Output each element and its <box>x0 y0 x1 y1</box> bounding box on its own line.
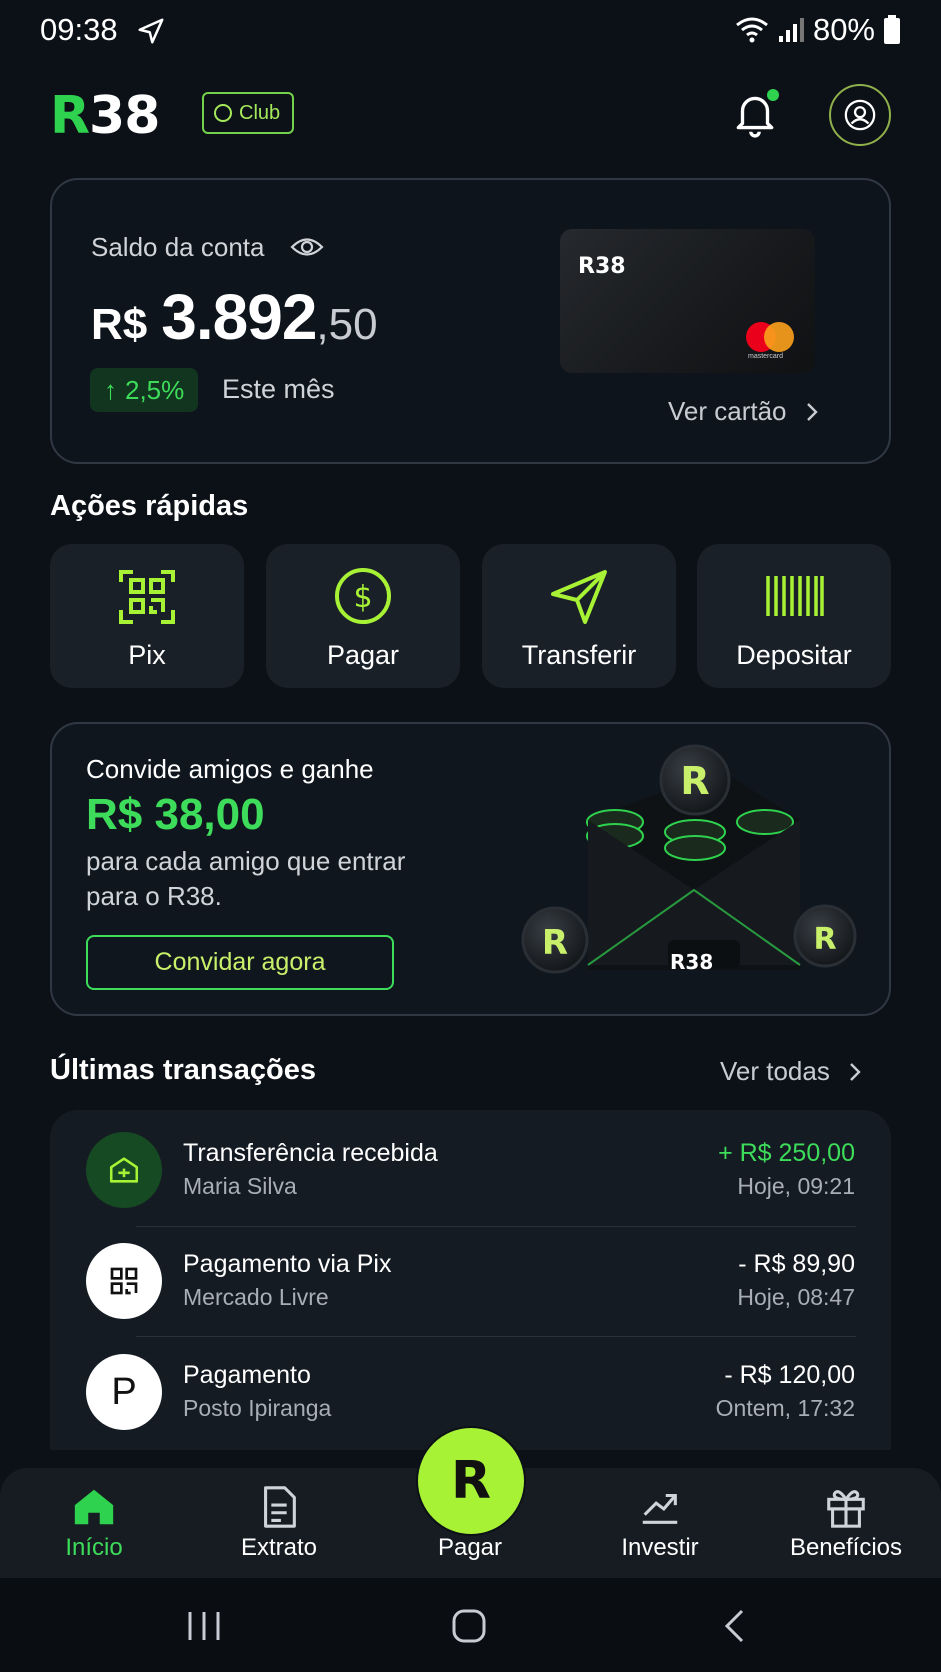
mastercard-logo-orange <box>764 322 794 352</box>
chevron-right-icon <box>806 402 818 421</box>
nav-label: Início <box>65 1534 123 1561</box>
transaction-row[interactable]: Pagamento via Pix Mercado Livre - R$ 89,… <box>50 1225 891 1335</box>
qr-code-icon <box>86 1243 162 1319</box>
nav-pagar[interactable]: Pagar <box>400 1484 540 1564</box>
nav-label: Benefícios <box>789 1534 903 1561</box>
quick-action-transferir[interactable]: Transferir <box>482 544 676 688</box>
club-badge[interactable]: Club <box>202 92 295 134</box>
envelope-logo: R38 <box>670 950 714 974</box>
barcode-icon <box>766 576 824 616</box>
user-icon <box>844 99 876 131</box>
envelope-coins-illustration: R R R <box>521 744 857 974</box>
nav-investir[interactable]: Investir <box>590 1484 730 1564</box>
change-period: Este mês <box>222 374 335 404</box>
view-card-link[interactable]: Ver cartão <box>668 396 819 427</box>
profile-button[interactable] <box>829 84 891 146</box>
invite-now-button[interactable]: Convidar agora <box>86 935 394 990</box>
transaction-amount: - R$ 89,90 <box>738 1250 855 1278</box>
navigation-arrow-icon <box>138 18 164 44</box>
change-value: 2,5% <box>125 374 185 405</box>
view-all-label: Ver todas <box>720 1056 830 1086</box>
transaction-time: Ontem, 17:32 <box>715 1395 855 1421</box>
status-time: 09:38 <box>40 12 118 47</box>
transaction-name: Pagamento via Pix <box>183 1250 392 1278</box>
transaction-icon-letter: P <box>111 1370 137 1413</box>
parking-letter-icon: P <box>86 1354 162 1430</box>
quick-action-label: Pix <box>128 640 166 670</box>
notification-dot <box>767 89 779 101</box>
change-badge: ↑ 2,5% <box>90 368 199 412</box>
svg-text:$: $ <box>353 580 372 615</box>
back-icon[interactable] <box>722 1608 746 1644</box>
quick-actions-title: Ações rápidas <box>50 490 249 522</box>
balance-currency: R$ <box>91 300 148 349</box>
transaction-name: Transferência recebida <box>183 1139 438 1167</box>
transaction-time: Hoje, 09:21 <box>737 1173 855 1199</box>
view-all-link[interactable]: Ver todas <box>720 1056 862 1087</box>
arrow-up-icon: ↑ <box>104 374 117 405</box>
recent-apps-icon[interactable] <box>186 1610 222 1642</box>
quick-action-depositar[interactable]: Depositar <box>697 544 891 688</box>
svg-text:R: R <box>542 923 568 963</box>
mastercard-text: mastercard <box>748 353 784 360</box>
dollar-circle-icon: $ <box>335 568 391 624</box>
app-logo: R38 <box>50 86 160 146</box>
home-icon <box>74 1489 114 1525</box>
club-icon <box>214 104 232 122</box>
svg-text:R: R <box>680 759 709 803</box>
transfer-received-icon <box>86 1132 162 1208</box>
send-icon <box>551 570 607 624</box>
card-logo: R38 <box>578 254 626 279</box>
transaction-party: Maria Silva <box>183 1173 297 1199</box>
wifi-icon <box>736 17 768 43</box>
transactions-title: Últimas transações <box>50 1054 316 1086</box>
nav-label: Pagar <box>437 1534 503 1561</box>
referral-amount: R$ 38,00 <box>86 790 265 839</box>
transaction-amount: - R$ 120,00 <box>724 1361 855 1389</box>
quick-action-pix[interactable]: Pix <box>50 544 244 688</box>
transaction-time: Hoje, 08:47 <box>737 1284 855 1310</box>
signal-icon <box>778 18 804 42</box>
svg-text:R: R <box>813 922 836 957</box>
chevron-right-icon <box>850 1062 861 1081</box>
quick-action-pagar[interactable]: $ Pagar <box>266 544 460 688</box>
quick-action-label: Pagar <box>326 640 400 670</box>
nav-label: Investir <box>621 1534 699 1561</box>
chart-up-icon <box>642 1493 678 1524</box>
balance-cents: ,50 <box>316 300 378 349</box>
balance-label: Saldo da conta <box>91 232 265 262</box>
battery-icon <box>884 15 900 44</box>
nav-label: Extrato <box>240 1534 318 1561</box>
view-card-label: Ver cartão <box>668 396 787 426</box>
battery-percent: 80% <box>812 12 875 47</box>
logo-text: 38 <box>89 86 160 146</box>
referral-description: para cada amigo que entrar <box>86 846 406 876</box>
home-circle-icon[interactable] <box>451 1608 487 1644</box>
document-icon <box>264 1486 296 1528</box>
club-label: Club <box>239 101 281 124</box>
status-right: 80% <box>735 12 901 48</box>
eye-icon[interactable] <box>290 234 324 260</box>
gift-icon <box>827 1490 865 1528</box>
transaction-party: Mercado Livre <box>183 1284 329 1310</box>
referral-title: Convide amigos e ganhe <box>86 754 374 784</box>
nav-extrato[interactable]: Extrato <box>209 1484 349 1564</box>
nav-inicio[interactable]: Início <box>24 1484 164 1564</box>
quick-action-label: Depositar <box>736 640 852 670</box>
pix-qr-icon <box>119 570 175 624</box>
balance-amount: R$ 3.892 ,50 <box>91 280 378 354</box>
quick-action-label: Transferir <box>521 640 637 670</box>
transaction-name: Pagamento <box>183 1361 311 1389</box>
transaction-amount: + R$ 250,00 <box>718 1139 855 1167</box>
nav-beneficios[interactable]: Benefícios <box>776 1484 916 1564</box>
transaction-row[interactable]: Transferência recebida Maria Silva + R$ … <box>50 1114 891 1224</box>
balance-integer: 3.892 <box>161 281 317 353</box>
transaction-party: Posto Ipiranga <box>183 1395 332 1421</box>
referral-description-2: para o R38. <box>86 881 222 911</box>
